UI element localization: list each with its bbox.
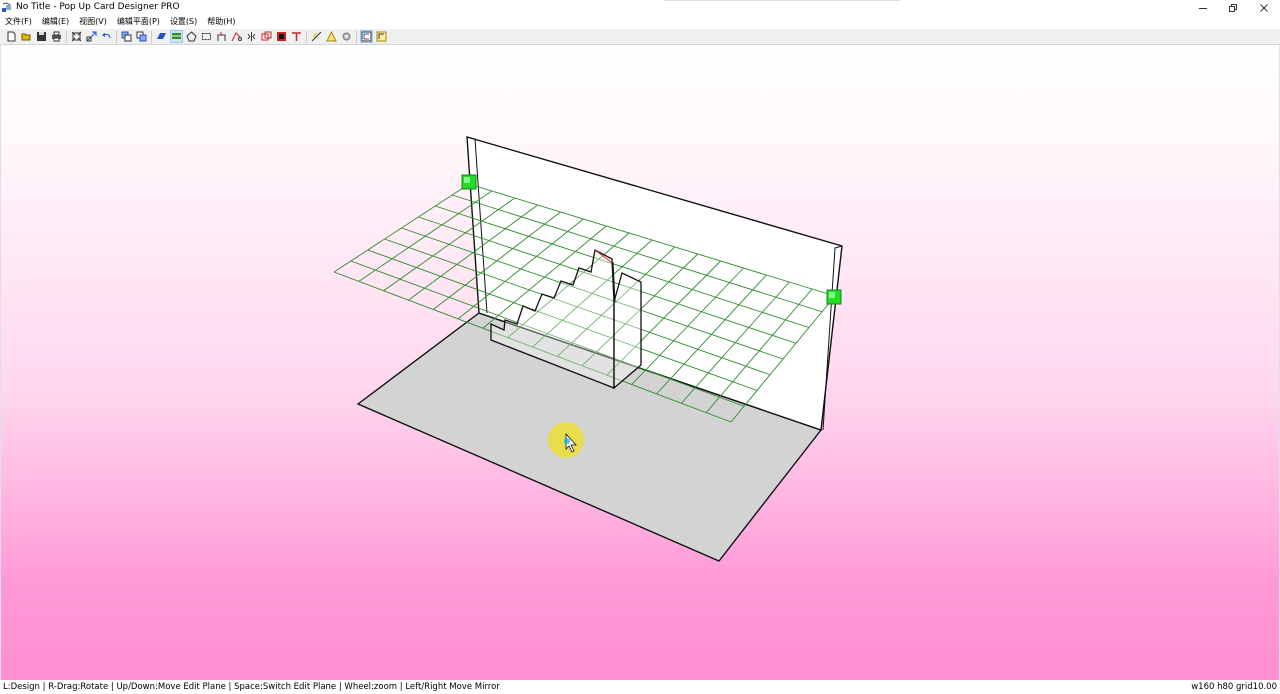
toolbar-separator (306, 30, 307, 43)
undo-button[interactable] (100, 30, 113, 43)
text-button[interactable] (290, 30, 303, 43)
plane-vertical-button[interactable] (155, 30, 168, 43)
title-bar: No Title - Pop Up Card Designer PRO (0, 0, 1280, 15)
menu-file[interactable]: 文件(F) (5, 15, 32, 29)
fit-view-button[interactable] (70, 30, 83, 43)
view-2d-button[interactable] (375, 30, 388, 43)
minimize-icon (1199, 7, 1207, 9)
paste-part-button[interactable] (135, 30, 148, 43)
copy-part-button[interactable] (120, 30, 133, 43)
fold-line-button[interactable] (310, 30, 323, 43)
mirror-button[interactable] (245, 30, 258, 43)
app-icon[interactable] (1, 2, 12, 13)
resize-icon (86, 31, 97, 42)
fold-line-icon (311, 31, 322, 42)
toolbar-separator (66, 30, 67, 43)
print-button[interactable] (50, 30, 63, 43)
plane-horizontal-button[interactable] (170, 30, 183, 43)
title-bar-strip (664, 0, 900, 1)
menu-edit-plane[interactable]: 编辑平面(P) (117, 15, 160, 29)
edit-plane-handle-left[interactable] (461, 174, 477, 190)
menu-settings[interactable]: 设置(S) (170, 15, 197, 29)
status-bar: L:Design | R-Drag:Rotate | Up/Down:Move … (0, 680, 1280, 694)
close-button[interactable] (1249, 0, 1279, 15)
edit-plane-handle-right[interactable] (826, 289, 842, 305)
status-hint: L:Design | R-Drag:Rotate | Up/Down:Move … (3, 682, 500, 692)
copy-part-icon (121, 31, 132, 42)
window-title: No Title - Pop Up Card Designer PRO (16, 2, 180, 12)
mountain-fold-button[interactable] (325, 30, 338, 43)
menu-help[interactable]: 帮助(H) (207, 15, 235, 29)
polygon-button[interactable] (185, 30, 198, 43)
text-icon (292, 32, 301, 41)
menu-bar: 文件(F) 编辑(E) 视图(V) 编辑平面(P) 设置(S) 帮助(H) (0, 15, 1280, 29)
close-icon (1260, 3, 1268, 12)
paste-part-icon (136, 31, 147, 42)
open-icon (21, 33, 31, 41)
plane-vertical-icon (157, 33, 166, 39)
cut-icon (231, 32, 242, 42)
save-button[interactable] (35, 30, 48, 43)
mirror-icon (247, 32, 256, 41)
toolbar-separator (116, 30, 117, 43)
view-3d-button[interactable] (360, 30, 373, 43)
minimize-button[interactable] (1188, 0, 1218, 15)
new-button[interactable] (5, 30, 18, 43)
cursor-dot (564, 438, 570, 444)
toolbar-separator (356, 30, 357, 43)
view-2d-icon (376, 31, 387, 42)
fill-icon (277, 32, 286, 41)
fill-button[interactable] (275, 30, 288, 43)
scene-canvas[interactable] (1, 45, 1279, 680)
new-icon (7, 31, 16, 42)
polygon-icon (186, 31, 197, 42)
toolbar (0, 29, 1280, 45)
toolbar-separator (151, 30, 152, 43)
duplicate-icon (261, 31, 272, 41)
arch-icon (217, 32, 226, 41)
save-icon (37, 32, 46, 41)
undo-icon (102, 33, 111, 39)
restore-icon (1229, 3, 1237, 12)
mountain-fold-icon (326, 31, 337, 42)
restore-button[interactable] (1218, 0, 1248, 15)
resize-button[interactable] (85, 30, 98, 43)
settings-icon (342, 32, 351, 41)
status-dimensions: w160 h80 grid10.00 (1191, 682, 1277, 692)
rectangle-icon (202, 33, 211, 40)
view-3d-icon (361, 31, 372, 42)
menu-view[interactable]: 视图(V) (79, 15, 107, 29)
3d-viewport[interactable] (0, 45, 1280, 680)
print-icon (52, 31, 61, 42)
fit-view-icon (71, 31, 82, 42)
menu-edit[interactable]: 编辑(E) (42, 15, 69, 29)
open-button[interactable] (20, 30, 33, 43)
cut-button[interactable] (230, 30, 243, 43)
settings-button[interactable] (340, 30, 353, 43)
rectangle-button[interactable] (200, 30, 213, 43)
arch-button[interactable] (215, 30, 228, 43)
duplicate-button[interactable] (260, 30, 273, 43)
plane-horizontal-icon (172, 33, 181, 39)
